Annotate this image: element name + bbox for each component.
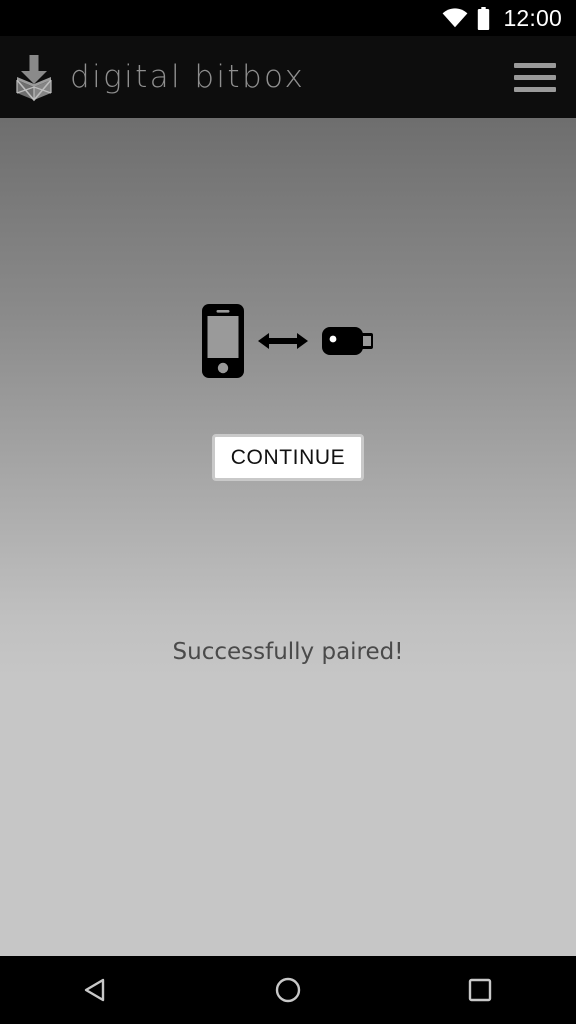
menu-bar-2 xyxy=(514,74,556,80)
menu-bar-1 xyxy=(514,62,556,68)
back-button[interactable] xyxy=(0,956,192,1024)
status-bar: 12:00 xyxy=(0,0,576,36)
wifi-icon xyxy=(443,8,468,28)
usb-hardware-wallet-icon xyxy=(322,327,373,355)
pairing-status-message: Successfully paired! xyxy=(172,639,404,665)
battery-full-icon xyxy=(478,6,490,30)
app-toolbar: digital bitbox xyxy=(0,36,576,118)
hamburger-menu-icon[interactable] xyxy=(514,57,558,97)
main-content: CONTINUE Successfully paired! xyxy=(0,118,576,956)
recents-button[interactable] xyxy=(384,956,576,1024)
smartphone-icon xyxy=(202,304,244,378)
status-bar-icons: 12:00 xyxy=(442,4,562,31)
back-triangle-icon xyxy=(84,978,105,1002)
digital-bitbox-logo-icon xyxy=(16,55,52,102)
home-circle-icon xyxy=(275,977,301,1003)
continue-button-wrapper: CONTINUE xyxy=(0,434,576,481)
double-arrow-icon xyxy=(258,333,308,349)
phone-screen: 12:00 digital bitbox CONTINUE Successful… xyxy=(0,0,576,1024)
recents-square-icon xyxy=(468,978,492,1002)
home-button[interactable] xyxy=(192,956,384,1024)
pairing-illustration xyxy=(0,304,576,378)
android-navigation-bar xyxy=(0,956,576,1024)
status-bar-clock: 12:00 xyxy=(503,4,562,31)
app-title: digital bitbox xyxy=(70,58,306,95)
continue-button[interactable]: CONTINUE xyxy=(212,434,364,481)
menu-bar-3 xyxy=(514,86,556,92)
